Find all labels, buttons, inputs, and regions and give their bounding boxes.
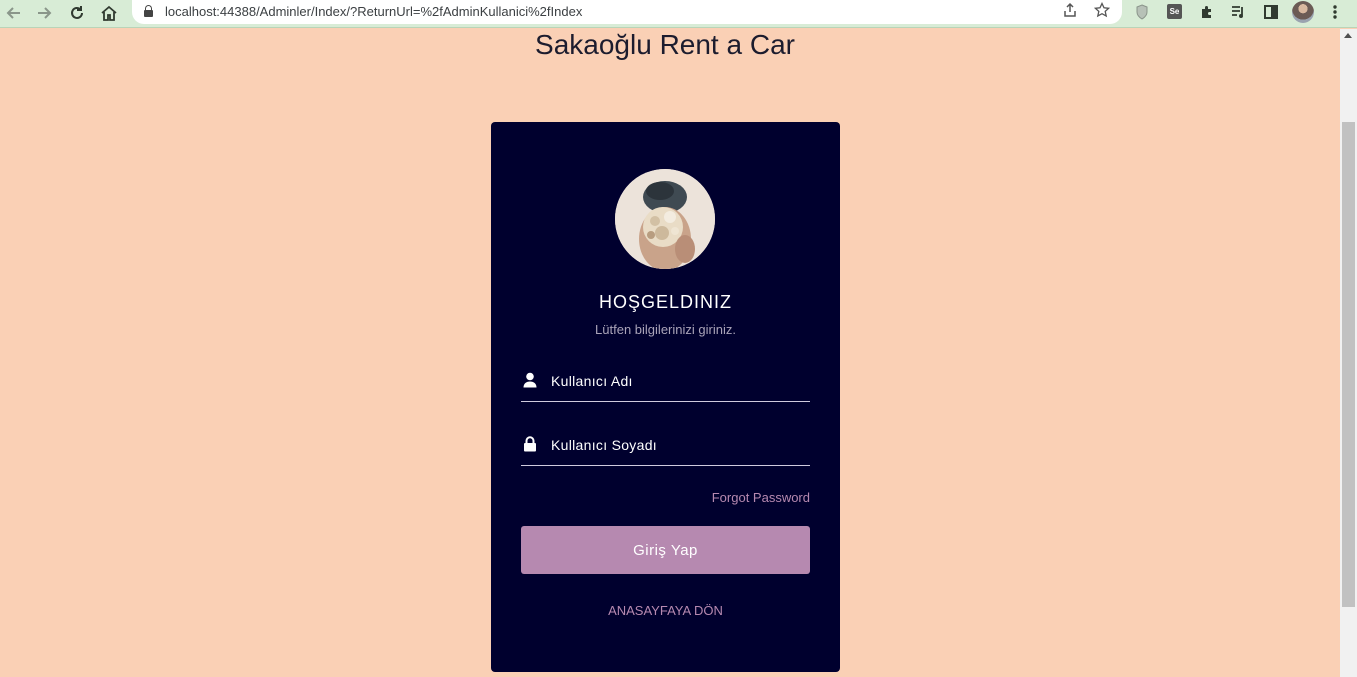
forgot-password-link[interactable]: Forgot Password [712, 490, 810, 505]
forward-arrow-icon[interactable] [32, 2, 56, 24]
password-input[interactable] [551, 434, 801, 456]
home-icon[interactable] [97, 2, 121, 24]
side-panel-icon[interactable] [1262, 3, 1280, 21]
bookmark-star-icon[interactable] [1093, 1, 1111, 22]
welcome-heading: HOŞGELDINIZ [598, 292, 733, 312]
scrollbar-thumb[interactable] [1342, 122, 1355, 607]
lock-icon[interactable] [144, 5, 153, 17]
username-input[interactable] [551, 370, 801, 392]
login-card: HOŞGELDINIZ Lütfen bilgilerinizi giriniz… [491, 122, 840, 672]
address-bar[interactable]: localhost:44388/Adminler/Index/?ReturnUr… [132, 0, 1122, 24]
browser-toolbar: localhost:44388/Adminler/Index/?ReturnUr… [0, 0, 1357, 28]
puzzle-extensions-icon[interactable] [1198, 3, 1216, 21]
share-icon[interactable] [1062, 2, 1078, 22]
page-title: Sakaoğlu Rent a Car [535, 29, 795, 60]
scroll-up-arrow-icon[interactable] [1344, 33, 1352, 38]
user-icon [523, 372, 537, 388]
lock-icon [523, 436, 537, 452]
profile-photo [615, 169, 715, 269]
selenium-extension-icon[interactable]: Se [1167, 4, 1182, 19]
reload-icon[interactable] [65, 2, 89, 24]
login-button[interactable]: Giriş Yap [521, 526, 810, 574]
welcome-subtitle: Lütfen bilgilerinizi giriniz. [595, 322, 736, 337]
password-field [521, 426, 810, 466]
profile-avatar[interactable] [1292, 1, 1314, 23]
media-control-icon[interactable] [1229, 3, 1247, 21]
url-text[interactable]: localhost:44388/Adminler/Index/?ReturnUr… [165, 4, 582, 19]
menu-dots-icon[interactable] [1326, 3, 1344, 21]
back-to-homepage-link[interactable]: ANASAYFAYA DÖN [491, 603, 840, 618]
back-arrow-icon[interactable] [2, 2, 26, 24]
username-field [521, 362, 810, 402]
shield-extension-icon[interactable] [1133, 3, 1151, 21]
